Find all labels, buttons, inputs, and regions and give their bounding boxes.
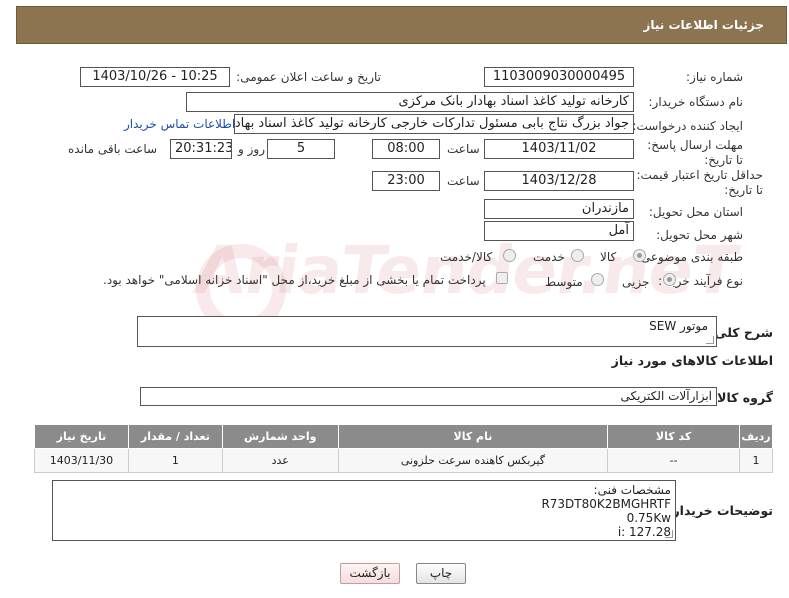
deadline-label: مهلت ارسال پاسخ: تا تاریخ: (647, 138, 743, 167)
resize-handle-icon[interactable] (706, 336, 714, 344)
page-title: جزئیات اطلاعات نیاز (643, 18, 764, 32)
resize-handle-icon[interactable] (665, 530, 673, 538)
table-header-row: تاریخ نیاز تعداد / مقدار واحد شمارش نام … (34, 424, 774, 449)
need-number-label: شماره نیاز: (686, 70, 743, 84)
city-field[interactable]: آمل (484, 221, 634, 241)
announce-datetime-field[interactable]: 1403/10/26 - 10:25 (80, 67, 230, 87)
col-unit: واحد شمارش (221, 424, 339, 449)
category-option-both: کالا/خدمت (440, 250, 493, 264)
watermark: AriaTender.neT (189, 232, 743, 309)
col-goods-name: نام کالا (337, 424, 609, 449)
province-field[interactable]: مازندران (484, 199, 634, 219)
category-radio-both[interactable] (503, 249, 516, 262)
contact-info-link[interactable]: اطلاعات تماس خریدار (124, 117, 235, 131)
validity-label: حداقل تاریخ اعتبار قیمت: تا تاریخ: (636, 168, 763, 197)
treasury-payment-note: پرداخت تمام یا بخشی از مبلغ خرید،از محل … (103, 273, 486, 287)
buyer-notes-content: مشخصات فنی: R73DT80K2BMGHRTF 0.75Kw i: 1… (541, 483, 671, 539)
category-radio-service[interactable] (571, 249, 584, 262)
validity-date-field[interactable]: 1403/12/28 (484, 171, 634, 191)
deadline-time-label: ساعت (447, 142, 480, 156)
category-radio-goods[interactable] (633, 249, 646, 262)
cell-row-number: 1 (738, 448, 774, 473)
summary-textarea[interactable]: موتور SEW (137, 316, 717, 347)
table-row[interactable]: 1403/11/30 1 عدد گیربکس کاهنده سرعت حلزو… (34, 448, 774, 473)
purchase-radio-medium[interactable] (591, 273, 604, 286)
col-need-date: تاریخ نیاز (34, 424, 129, 449)
category-option-service: خدمت (533, 250, 565, 264)
days-remaining-field[interactable]: 5 (267, 139, 335, 159)
col-goods-code: کد کالا (607, 424, 740, 449)
purchase-option-medium: متوسط (545, 275, 583, 289)
goods-group-field[interactable]: ابزارآلات الکتریکی (140, 387, 717, 406)
col-row-number: ردیف (738, 424, 774, 449)
buyer-org-field[interactable]: کارخانه تولید کاغذ اسناد بهادار بانک مرک… (186, 92, 634, 112)
validity-time-field[interactable]: 23:00 (372, 171, 440, 191)
category-option-goods: کالا (600, 250, 617, 264)
province-label: استان محل تحویل: (648, 205, 743, 219)
page-header: جزئیات اطلاعات نیاز (16, 6, 787, 44)
goods-section-title: اطلاعات کالاهای مورد نیاز (611, 353, 773, 368)
cell-goods-code: -- (607, 448, 740, 473)
remaining-time-field[interactable]: 20:31:23 (170, 139, 232, 159)
remaining-time-label: ساعت باقی مانده (68, 142, 158, 156)
creator-label: ایجاد کننده درخواست: (632, 119, 743, 133)
city-label: شهر محل تحویل: (656, 228, 743, 242)
buyer-notes-label: توضیحات خریدار: (667, 503, 773, 518)
purchase-radio-minor[interactable] (663, 273, 676, 286)
category-label: طبقه بندی موضوعی: (636, 250, 743, 264)
buyer-notes-textarea[interactable]: مشخصات فنی: R73DT80K2BMGHRTF 0.75Kw i: 1… (52, 480, 676, 541)
days-label: روز و (238, 142, 265, 156)
goods-table: تاریخ نیاز تعداد / مقدار واحد شمارش نام … (34, 424, 774, 473)
cell-unit: عدد (221, 448, 339, 473)
buyer-notes-line: R73DT80K2BMGHRTF (541, 497, 671, 511)
treasury-payment-checkbox[interactable] (496, 272, 508, 284)
print-button[interactable]: چاپ (416, 563, 466, 584)
validity-time-label: ساعت (447, 174, 480, 188)
goods-group-label: گروه کالا: (712, 390, 773, 405)
purchase-option-minor: جزیی (622, 275, 650, 289)
buyer-org-label: نام دستگاه خریدار: (648, 95, 744, 109)
col-quantity: تعداد / مقدار (127, 424, 223, 449)
cell-quantity: 1 (127, 448, 223, 473)
need-number-field[interactable]: 1103009030000495 (484, 67, 634, 87)
buyer-notes-line: 0.75Kw (626, 511, 671, 525)
summary-value: موتور SEW (649, 319, 708, 333)
buyer-notes-line: مشخصات فنی: (593, 483, 671, 497)
announce-datetime-label: تاریخ و ساعت اعلان عمومی: (236, 70, 381, 84)
cell-goods-name: گیربکس کاهنده سرعت حلزونی (337, 448, 609, 473)
deadline-time-field[interactable]: 08:00 (372, 139, 440, 159)
creator-field[interactable]: جواد بزرگ نتاج بابی مسئول تدارکات خارجی … (234, 114, 634, 134)
cell-need-date: 1403/11/30 (34, 448, 129, 473)
buyer-notes-line: i: 127.28 (617, 525, 671, 539)
deadline-date-field[interactable]: 1403/11/02 (484, 139, 634, 159)
back-button[interactable]: بازگشت (340, 563, 400, 584)
